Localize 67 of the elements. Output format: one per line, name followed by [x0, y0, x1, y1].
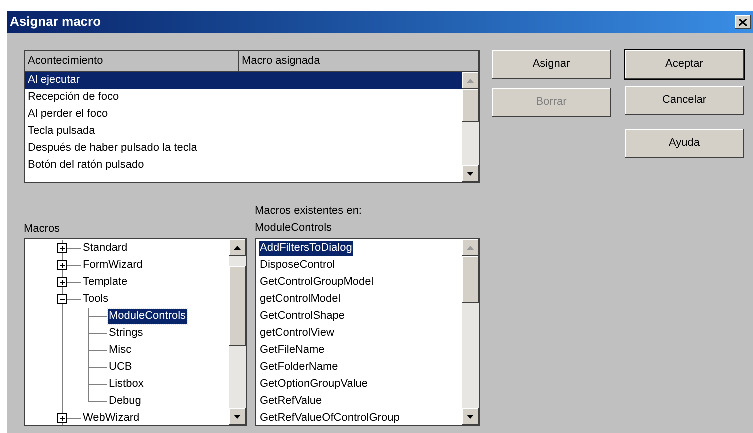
- expand-icon[interactable]: [58, 278, 68, 288]
- window-title: Asignar macro: [10, 13, 102, 32]
- close-button[interactable]: [735, 15, 751, 29]
- up-arrow-icon: [467, 246, 474, 250]
- event-row[interactable]: Después de haber pulsado la tecla: [25, 140, 462, 157]
- tree-item[interactable]: Template: [82, 275, 129, 290]
- tree-line: [62, 257, 82, 274]
- expand-icon[interactable]: [58, 414, 68, 424]
- collapse-icon[interactable]: [58, 294, 68, 304]
- scroll-thumb[interactable]: [229, 266, 246, 346]
- macro-item[interactable]: getControlModel: [259, 292, 342, 307]
- tree-item[interactable]: UCB: [108, 360, 134, 375]
- expand-icon[interactable]: [58, 244, 68, 254]
- event-row[interactable]: Recepción de foco: [25, 89, 462, 106]
- module-name-label: ModuleControls: [255, 221, 334, 236]
- tree-item[interactable]: Listbox: [108, 377, 145, 392]
- macro-item[interactable]: GetOptionGroupValue: [259, 377, 370, 392]
- scroll-down-button[interactable]: [462, 165, 479, 182]
- event-row[interactable]: Al ejecutar: [25, 72, 462, 89]
- column-header[interactable]: Acontecimiento: [25, 51, 239, 72]
- tree-line: [88, 308, 108, 325]
- down-arrow-icon: [467, 172, 474, 176]
- dialog-button[interactable]: Aceptar: [625, 50, 744, 79]
- tree-item[interactable]: FormWizard: [82, 258, 144, 273]
- scroll-down-button[interactable]: [229, 408, 246, 425]
- scroll-up-button[interactable]: [462, 239, 479, 256]
- up-arrow-icon: [234, 246, 241, 250]
- macro-item[interactable]: GetRefValue: [259, 394, 324, 409]
- macro-item[interactable]: GetFileName: [259, 343, 326, 358]
- action-button[interactable]: Asignar: [492, 50, 611, 79]
- tree-line: [88, 359, 108, 376]
- event-row[interactable]: Al perder el foco: [25, 106, 462, 123]
- tree-item[interactable]: Misc: [108, 343, 133, 358]
- macro-item[interactable]: GetControlGroupModel: [259, 275, 375, 290]
- event-row[interactable]: Tecla pulsada: [25, 123, 462, 140]
- down-arrow-icon: [234, 414, 241, 418]
- scroll-down-button[interactable]: [462, 408, 479, 425]
- macro-item[interactable]: GetFolderName: [259, 360, 340, 375]
- tree-item[interactable]: Strings: [108, 326, 144, 341]
- close-icon: [739, 18, 747, 26]
- scroll-thumb[interactable]: [462, 256, 479, 303]
- tree-line: [88, 325, 108, 342]
- up-arrow-icon: [467, 78, 474, 82]
- tree-item[interactable]: ModuleControls: [108, 309, 188, 324]
- event-row[interactable]: Botón del ratón pulsado: [25, 157, 462, 174]
- macros-label: Macros: [24, 222, 60, 236]
- dialog-button[interactable]: Cancelar: [625, 86, 744, 115]
- tree-item[interactable]: WebWizard: [82, 411, 141, 425]
- column-header[interactable]: Macro asignada: [239, 51, 479, 72]
- macro-item[interactable]: AddFiltersToDialog: [259, 241, 354, 256]
- expand-icon[interactable]: [58, 260, 68, 270]
- tree-item[interactable]: Tools: [82, 292, 110, 307]
- tree-line: [62, 274, 82, 291]
- macro-item[interactable]: GetControlShape: [259, 309, 346, 324]
- scroll-up-button[interactable]: [229, 239, 246, 256]
- tree-item[interactable]: Debug: [108, 394, 142, 409]
- scroll-thumb[interactable]: [462, 89, 479, 122]
- macro-item[interactable]: GetRefValueOfControlGroup: [259, 411, 401, 425]
- down-arrow-icon: [467, 414, 474, 418]
- macros-list-label: Macros existentes en:: [255, 204, 363, 219]
- macro-item[interactable]: DisposeControl: [259, 258, 336, 273]
- tree-item[interactable]: Standard: [82, 241, 129, 256]
- tree-line: [88, 342, 108, 359]
- macro-item[interactable]: getControlView: [259, 326, 336, 341]
- scroll-up-button[interactable]: [462, 72, 479, 89]
- dialog-button[interactable]: Ayuda: [625, 129, 744, 158]
- tree-line: [62, 240, 82, 257]
